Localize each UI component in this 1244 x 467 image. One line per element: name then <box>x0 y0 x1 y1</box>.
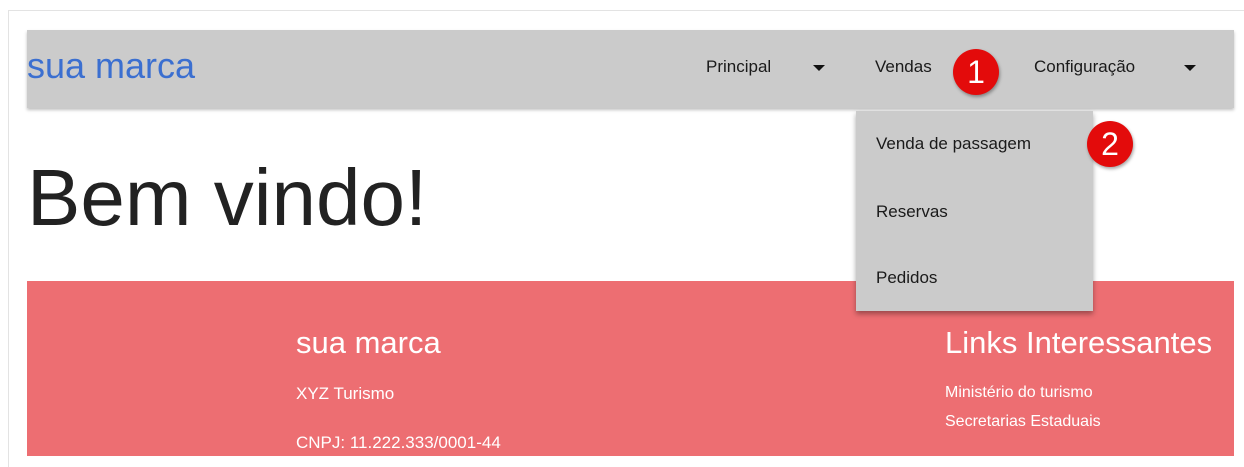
frame-border-left <box>8 10 9 467</box>
nav-item-configuracao[interactable]: Configuração <box>1034 55 1135 79</box>
menu-item-reservas[interactable]: Reservas <box>876 200 948 224</box>
frame-border-top <box>8 10 1244 11</box>
chevron-down-icon[interactable] <box>813 65 825 71</box>
footer-cnpj: CNPJ: 11.222.333/0001-44 <box>296 433 501 452</box>
menu-item-pedidos[interactable]: Pedidos <box>876 266 937 290</box>
chevron-down-icon[interactable] <box>1184 65 1196 71</box>
footer-links-heading: Links Interessantes <box>945 325 1213 360</box>
brand-logo-link[interactable]: sua marca <box>27 46 195 86</box>
vendas-dropdown-menu: Venda de passagem Reservas Pedidos <box>856 111 1093 311</box>
page-title: Bem vindo! <box>27 153 428 242</box>
footer-link-secretarias[interactable]: Secretarias Estaduais <box>945 411 1101 433</box>
nav-item-vendas[interactable]: Vendas <box>875 55 932 79</box>
nav-item-principal[interactable]: Principal <box>706 55 771 79</box>
footer-brand: sua marca <box>296 325 441 360</box>
step-2-badge: 2 <box>1087 121 1133 167</box>
menu-item-venda-de-passagem[interactable]: Venda de passagem <box>876 132 1031 156</box>
top-navbar: sua marca Principal Vendas Configuração <box>27 30 1234 108</box>
footer-link-ministerio[interactable]: Ministério do turismo <box>945 382 1093 404</box>
footer-company-name: XYZ Turismo <box>296 384 395 403</box>
step-1-badge: 1 <box>953 49 999 95</box>
